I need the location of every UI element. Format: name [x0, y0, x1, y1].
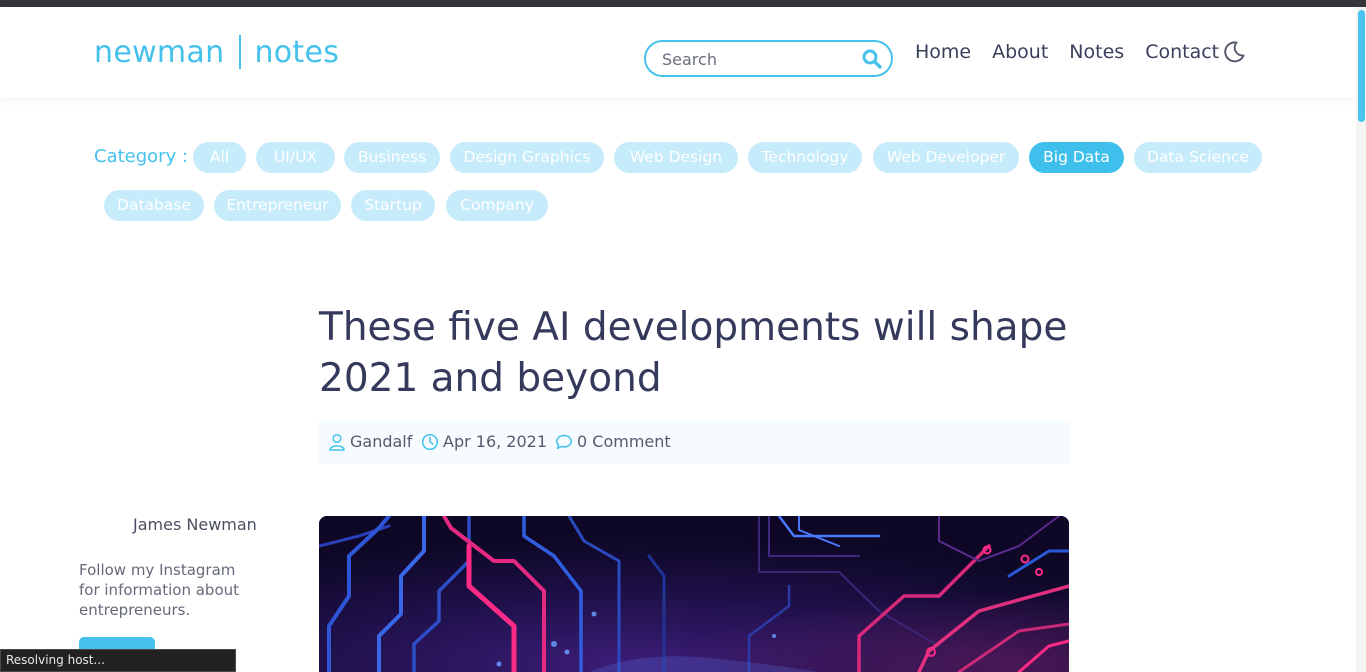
- category-chip-web-developer[interactable]: Web Developer: [873, 142, 1019, 173]
- comment-icon: [556, 434, 572, 449]
- browser-top-strip: [0, 0, 1366, 7]
- post-author-name: Gandalf: [350, 432, 413, 451]
- category-chip-company[interactable]: Company: [446, 190, 548, 221]
- search-box: [644, 40, 893, 77]
- nav-about[interactable]: About: [992, 41, 1048, 63]
- category-chip-design-graphics[interactable]: Design Graphics: [450, 142, 604, 173]
- post-meta: Gandalf Apr 16, 2021 0 Comment: [319, 420, 1070, 464]
- moon-icon[interactable]: [1221, 39, 1247, 65]
- sidebar-author-bio: Follow my Instagram for information abou…: [79, 561, 240, 619]
- site-logo[interactable]: newman notes: [94, 35, 339, 70]
- post-title: These five AI developments will shape 20…: [319, 305, 1068, 401]
- category-chip-web-design[interactable]: Web Design: [614, 142, 738, 173]
- clock-icon: [421, 433, 439, 450]
- logo-divider: [239, 35, 242, 69]
- post-hero-image: [319, 516, 1069, 672]
- logo-text-right: notes: [254, 35, 340, 70]
- category-chip-ui-ux[interactable]: UI/UX: [256, 142, 335, 173]
- post-date-text: Apr 16, 2021: [443, 432, 548, 451]
- user-icon: [329, 433, 345, 451]
- search-icon[interactable]: [861, 48, 883, 70]
- post-date: Apr 16, 2021: [421, 432, 547, 451]
- scrollbar-thumb[interactable]: [1358, 10, 1365, 122]
- search-input[interactable]: [662, 48, 852, 70]
- category-chip-database[interactable]: Database: [104, 190, 204, 221]
- category-chip-big-data[interactable]: Big Data: [1029, 142, 1124, 173]
- post-comments[interactable]: 0 Comment: [555, 432, 671, 451]
- site-header: newman notes Home About Notes Contact: [0, 7, 1356, 97]
- main-nav: Home About Notes Contact: [915, 41, 1219, 63]
- post-comments-count: 0 Comment: [577, 432, 671, 451]
- nav-home[interactable]: Home: [915, 41, 971, 63]
- category-chip-data-science[interactable]: Data Science: [1134, 142, 1262, 173]
- nav-notes[interactable]: Notes: [1069, 41, 1124, 63]
- logo-text-left: newman: [94, 35, 225, 70]
- category-chip-business[interactable]: Business: [344, 142, 440, 173]
- category-chip-all[interactable]: All: [193, 142, 246, 173]
- browser-status-bar: Resolving host...: [0, 649, 236, 672]
- category-label: Category :: [94, 146, 189, 167]
- category-chip-technology[interactable]: Technology: [748, 142, 862, 173]
- nav-contact[interactable]: Contact: [1145, 41, 1219, 63]
- category-chip-startup[interactable]: Startup: [351, 190, 435, 221]
- post-author[interactable]: Gandalf: [328, 432, 412, 451]
- sidebar-author-name: James Newman: [133, 515, 257, 534]
- category-chip-entrepreneur[interactable]: Entrepreneur: [214, 190, 341, 221]
